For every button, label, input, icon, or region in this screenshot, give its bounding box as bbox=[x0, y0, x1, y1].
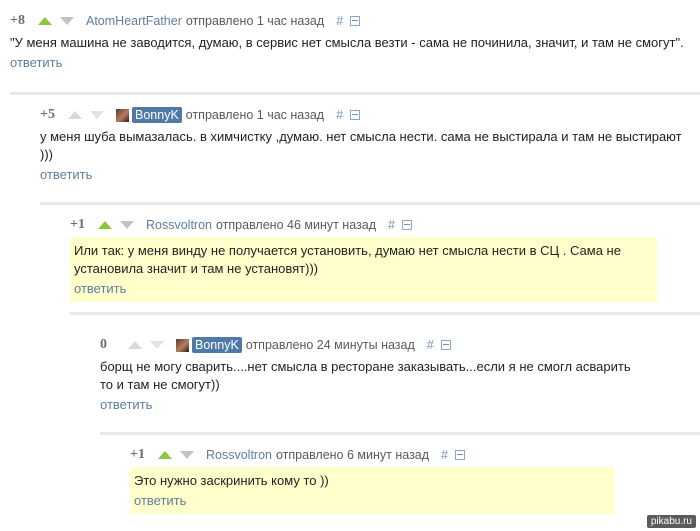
upvote-icon[interactable] bbox=[38, 17, 52, 25]
comment: +8 AtomHeartFather отправлено 1 час наза… bbox=[10, 12, 690, 70]
downvote-icon[interactable] bbox=[180, 451, 194, 459]
comment-header: +1 Rossvoltron отправлено 46 минут назад… bbox=[70, 216, 690, 234]
comment-text: борщ не могу сварить....нет смысла в рес… bbox=[100, 359, 631, 392]
comment-text: у меня шуба вымазалась. в химчистку ,дум… bbox=[40, 129, 682, 162]
highlighted-comment-body: Или так: у меня винду не получается уста… bbox=[70, 237, 657, 302]
thread-indent-bar bbox=[10, 92, 700, 95]
comment-score: 0 bbox=[100, 337, 107, 352]
comment: 0 BonnyK отправлено 24 минуты назад # бо… bbox=[100, 336, 690, 412]
comment-timestamp: отправлено 1 час назад bbox=[185, 108, 325, 122]
avatar bbox=[176, 338, 189, 352]
collapse-icon[interactable] bbox=[350, 16, 361, 26]
comment-text: Это нужно заскринить кому то )) bbox=[134, 473, 329, 488]
comment: +1 Rossvoltron отправлено 6 минут назад … bbox=[130, 446, 690, 514]
upvote-icon[interactable] bbox=[98, 221, 112, 229]
comment-score: +8 bbox=[10, 13, 25, 28]
permalink-link[interactable]: # bbox=[441, 448, 448, 462]
permalink-link[interactable]: # bbox=[388, 218, 395, 232]
reply-link[interactable]: ответить bbox=[134, 493, 186, 508]
reply-link[interactable]: ответить bbox=[74, 281, 126, 296]
comment-text: Или так: у меня винду не получается уста… bbox=[74, 243, 621, 276]
permalink-link[interactable]: # bbox=[336, 108, 343, 122]
site-watermark: pikabu.ru bbox=[646, 515, 696, 528]
upvote-icon[interactable] bbox=[128, 341, 142, 349]
downvote-icon[interactable] bbox=[90, 111, 104, 119]
comment: +5 BonnyK отправлено 1 час назад # у мен… bbox=[40, 106, 690, 182]
comment-timestamp: отправлено 1 час назад bbox=[185, 14, 325, 28]
comment-header: 0 BonnyK отправлено 24 минуты назад # bbox=[100, 336, 690, 354]
upvote-icon[interactable] bbox=[68, 111, 82, 119]
upvote-icon[interactable] bbox=[158, 451, 172, 459]
highlighted-comment-body: Это нужно заскринить кому то )) ответить bbox=[130, 467, 614, 514]
downvote-icon[interactable] bbox=[150, 341, 164, 349]
comment-author[interactable]: BonnyK bbox=[192, 337, 242, 353]
permalink-link[interactable]: # bbox=[336, 14, 343, 28]
comment-timestamp: отправлено 46 минут назад bbox=[216, 218, 376, 232]
comment: +1 Rossvoltron отправлено 46 минут назад… bbox=[70, 216, 690, 302]
comment-score: +1 bbox=[70, 217, 85, 232]
comment-header: +5 BonnyK отправлено 1 час назад # bbox=[40, 106, 690, 124]
reply-link[interactable]: ответить bbox=[10, 55, 62, 70]
comment-author[interactable]: AtomHeartFather bbox=[86, 14, 182, 28]
reply-link[interactable]: ответить bbox=[40, 167, 92, 182]
permalink-link[interactable]: # bbox=[427, 338, 434, 352]
comment-header: +8 AtomHeartFather отправлено 1 час наза… bbox=[10, 12, 690, 30]
comment-author[interactable]: Rossvoltron bbox=[206, 448, 272, 462]
comment-author[interactable]: BonnyK bbox=[132, 107, 182, 123]
collapse-icon[interactable] bbox=[401, 220, 412, 230]
downvote-icon[interactable] bbox=[120, 221, 134, 229]
thread-indent-bar bbox=[70, 312, 700, 315]
comment-header: +1 Rossvoltron отправлено 6 минут назад … bbox=[130, 446, 690, 464]
comment-timestamp: отправлено 6 минут назад bbox=[276, 448, 430, 462]
downvote-icon[interactable] bbox=[60, 17, 74, 25]
reply-link[interactable]: ответить bbox=[100, 397, 152, 412]
collapse-icon[interactable] bbox=[350, 110, 361, 120]
comment-author[interactable]: Rossvoltron bbox=[146, 218, 212, 232]
collapse-icon[interactable] bbox=[455, 450, 465, 460]
comment-score: +5 bbox=[40, 107, 55, 122]
collapse-icon[interactable] bbox=[440, 340, 451, 350]
thread-indent-bar bbox=[40, 202, 700, 205]
thread-indent-bar bbox=[100, 432, 700, 435]
comment-text: "У меня машина не заводится, думаю, в се… bbox=[10, 35, 684, 50]
avatar bbox=[116, 108, 129, 122]
comment-score: +1 bbox=[130, 447, 145, 462]
comment-timestamp: отправлено 24 минуты назад bbox=[245, 338, 415, 352]
